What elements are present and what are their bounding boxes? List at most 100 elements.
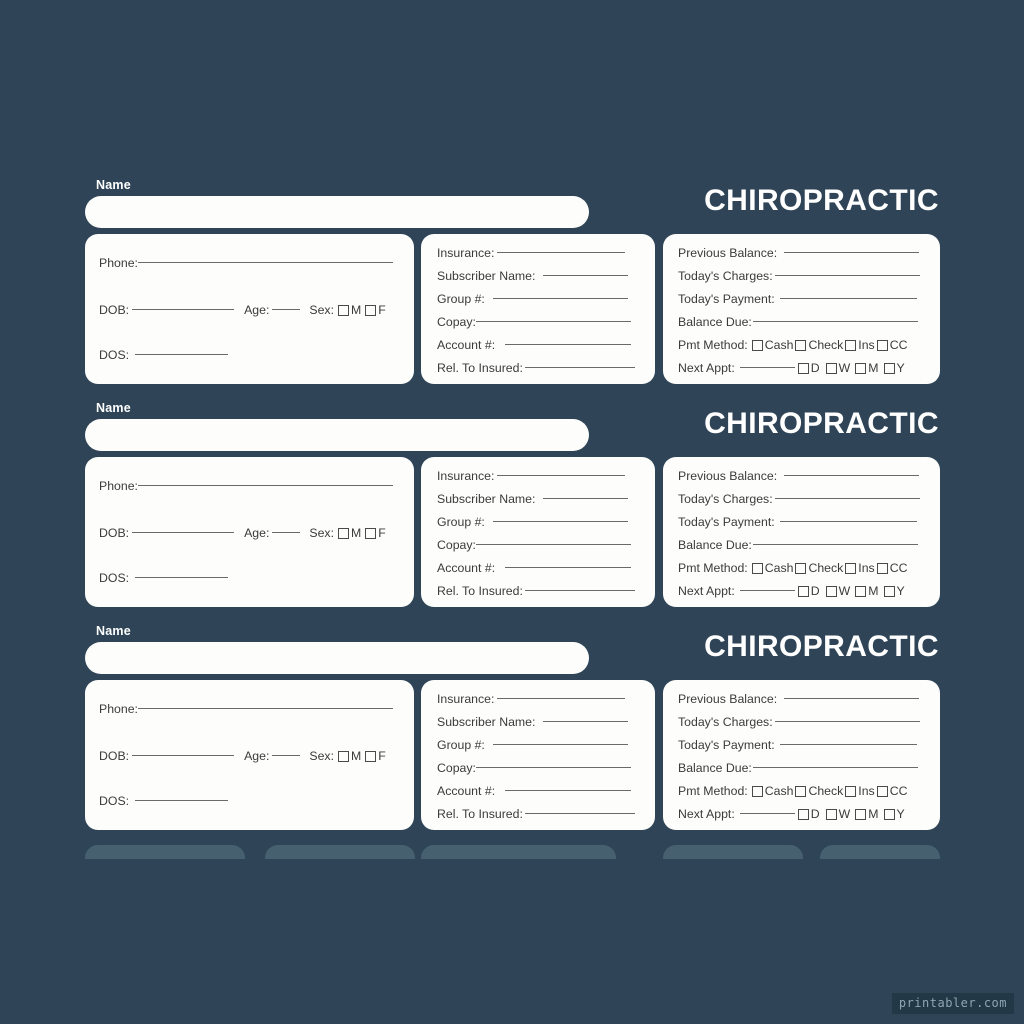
pmt-check-checkbox[interactable] [795, 339, 807, 351]
appt-week-checkbox[interactable] [825, 808, 837, 820]
insurance-write-line[interactable] [497, 697, 626, 699]
balance-due-write-line[interactable] [752, 320, 918, 322]
billing-info-card: Previous Balance: Today's Charges: Today… [663, 680, 940, 830]
todays-payment-write-line[interactable] [779, 743, 917, 745]
subscriber-name-label: Subscriber Name: [437, 269, 536, 283]
sex-female-checkbox[interactable] [365, 304, 377, 316]
phone-write-line[interactable] [137, 484, 393, 486]
account-number-write-line[interactable] [505, 566, 632, 568]
insurance-write-line[interactable] [497, 251, 626, 253]
appt-month-checkbox[interactable] [855, 585, 867, 597]
todays-charges-write-line[interactable] [774, 497, 920, 499]
todays-payment-write-line[interactable] [779, 297, 917, 299]
appt-day-checkbox[interactable] [797, 362, 809, 374]
phone-write-line[interactable] [137, 261, 393, 263]
previous-balance-write-line[interactable] [784, 251, 920, 253]
todays-charges-label: Today's Charges: [678, 269, 773, 283]
appt-year-checkbox[interactable] [883, 808, 895, 820]
balance-due-label: Balance Due: [678, 315, 752, 329]
age-label: Age: [244, 303, 270, 317]
copay-write-line[interactable] [475, 766, 631, 768]
dos-write-line[interactable] [135, 353, 229, 355]
brand-title: CHIROPRACTIC [704, 184, 939, 217]
copay-write-line[interactable] [475, 543, 631, 545]
pmt-check-checkbox[interactable] [795, 562, 807, 574]
pmt-cash-checkbox[interactable] [751, 785, 763, 797]
age-write-line[interactable] [272, 754, 301, 756]
sex-male-checkbox[interactable] [337, 304, 349, 316]
balance-due-write-line[interactable] [752, 543, 918, 545]
sex-female-checkbox[interactable] [365, 527, 377, 539]
pmt-check-checkbox[interactable] [795, 785, 807, 797]
next-appt-write-line[interactable] [739, 589, 795, 591]
name-input[interactable] [85, 642, 589, 674]
todays-payment-label: Today's Payment: [678, 738, 775, 752]
appt-week-checkbox[interactable] [825, 362, 837, 374]
pmt-ins-label: Ins [858, 338, 875, 352]
rel-to-insured-row: Rel. To Insured: [437, 807, 635, 821]
subscriber-name-label: Subscriber Name: [437, 492, 536, 506]
phone-label: Phone: [99, 479, 138, 493]
next-appt-write-line[interactable] [739, 366, 795, 368]
pmt-ins-checkbox[interactable] [845, 785, 857, 797]
dob-write-line[interactable] [132, 308, 235, 310]
copay-write-line[interactable] [475, 320, 631, 322]
todays-payment-write-line[interactable] [779, 520, 917, 522]
name-row: Name CHIROPRACTIC [85, 624, 940, 676]
pmt-cc-checkbox[interactable] [876, 339, 888, 351]
group-number-write-line[interactable] [492, 297, 628, 299]
payment-method-label: Pmt Method: [678, 338, 748, 352]
pmt-ins-checkbox[interactable] [845, 339, 857, 351]
name-input[interactable] [85, 419, 589, 451]
sex-male-label: M [350, 749, 362, 763]
appt-day-checkbox[interactable] [797, 585, 809, 597]
rel-to-insured-write-line[interactable] [524, 366, 635, 368]
account-number-write-line[interactable] [505, 343, 632, 345]
phone-write-line[interactable] [137, 707, 393, 709]
sex-male-checkbox[interactable] [337, 527, 349, 539]
sex-female-checkbox[interactable] [365, 750, 377, 762]
sex-male-checkbox[interactable] [337, 750, 349, 762]
dob-write-line[interactable] [132, 531, 235, 533]
name-row: Name CHIROPRACTIC [85, 401, 940, 453]
insurance-write-line[interactable] [497, 474, 626, 476]
subscriber-name-write-line[interactable] [543, 720, 629, 722]
dob-write-line[interactable] [132, 754, 235, 756]
dos-write-line[interactable] [135, 576, 229, 578]
appt-year-checkbox[interactable] [883, 362, 895, 374]
age-write-line[interactable] [272, 308, 301, 310]
pmt-cc-checkbox[interactable] [876, 562, 888, 574]
balance-due-write-line[interactable] [752, 766, 918, 768]
previous-balance-write-line[interactable] [784, 697, 920, 699]
rel-to-insured-write-line[interactable] [524, 812, 635, 814]
appt-day-checkbox[interactable] [797, 808, 809, 820]
subscriber-name-write-line[interactable] [543, 274, 629, 276]
appt-year-checkbox[interactable] [883, 585, 895, 597]
previous-balance-write-line[interactable] [784, 474, 920, 476]
pmt-check-label: Check [808, 561, 844, 575]
dos-write-line[interactable] [135, 799, 229, 801]
age-write-line[interactable] [272, 531, 301, 533]
payment-method-row: Pmt Method: Cash Check Ins CC [678, 338, 907, 352]
group-number-write-line[interactable] [492, 520, 628, 522]
todays-charges-row: Today's Charges: [678, 715, 920, 729]
account-number-write-line[interactable] [505, 789, 632, 791]
pmt-cash-checkbox[interactable] [751, 562, 763, 574]
appt-week-checkbox[interactable] [825, 585, 837, 597]
insurance-info-card: Insurance: Subscriber Name: Group #: Cop… [421, 680, 655, 830]
todays-charges-write-line[interactable] [774, 720, 920, 722]
name-input[interactable] [85, 196, 589, 228]
next-appt-write-line[interactable] [739, 812, 795, 814]
pmt-cash-checkbox[interactable] [751, 339, 763, 351]
rel-to-insured-write-line[interactable] [524, 589, 635, 591]
appt-month-checkbox[interactable] [855, 808, 867, 820]
appt-month-checkbox[interactable] [855, 362, 867, 374]
group-number-row: Group #: [437, 515, 628, 529]
pmt-ins-checkbox[interactable] [845, 562, 857, 574]
copay-row: Copay: [437, 761, 631, 775]
todays-charges-write-line[interactable] [774, 274, 920, 276]
subscriber-name-write-line[interactable] [543, 497, 629, 499]
group-number-write-line[interactable] [492, 743, 628, 745]
pmt-cc-checkbox[interactable] [876, 785, 888, 797]
payment-method-label: Pmt Method: [678, 784, 748, 798]
